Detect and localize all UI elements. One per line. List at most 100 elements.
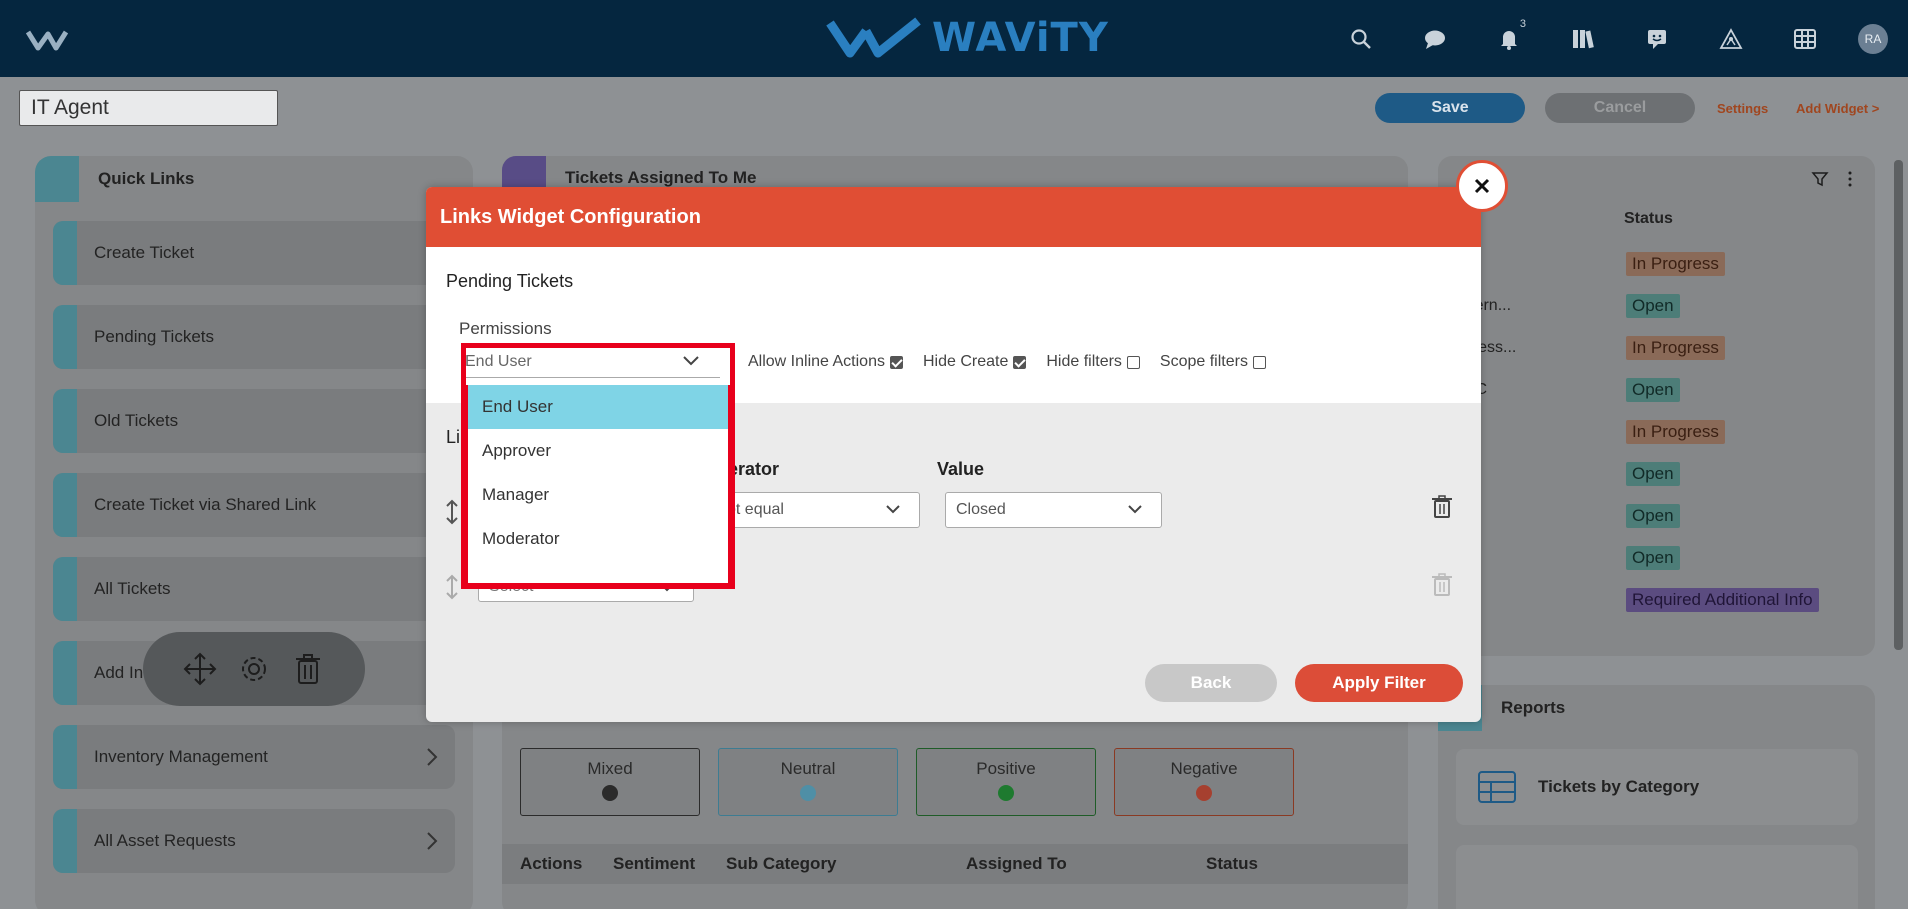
item-accent [53,473,77,537]
dropdown-option[interactable]: Approver [468,429,728,473]
column-header[interactable]: Sub Category [726,854,837,874]
hide-filters-checkbox[interactable] [1126,355,1140,369]
search-icon[interactable] [1342,20,1380,58]
table-row[interactable]: dedOpen [1438,496,1875,538]
save-button[interactable]: Save [1375,93,1525,123]
status-column-header[interactable]: Status [1624,210,1673,228]
report-card[interactable] [1456,845,1858,909]
apps-grid-icon[interactable] [1786,20,1824,58]
quick-link-item[interactable]: Create Ticket [53,221,455,285]
scope-filters-checkbox[interactable] [1252,355,1266,369]
table-row[interactable]: Open [1438,454,1875,496]
network-icon[interactable] [1712,20,1750,58]
status-badge: Open [1626,546,1680,570]
sentiment-label: Neutral [780,759,836,778]
hide-create-checkbox[interactable] [1013,355,1027,369]
sentiment-positive-filter[interactable]: Positive [916,748,1096,816]
quick-link-label: Create Ticket via Shared Link [94,495,317,514]
page-scrollbar[interactable] [1894,160,1903,650]
value-value: Closed [956,501,1006,518]
table-row[interactable]: emIn Progress [1438,244,1875,286]
scope-filters-option[interactable]: Scope filters [1160,353,1266,371]
quick-link-item[interactable]: Inventory Management [53,725,455,789]
chat-icon[interactable] [1416,20,1454,58]
report-card[interactable]: Tickets by Category [1456,749,1858,825]
item-accent [53,725,77,789]
top-navigation-bar: WAViTY 3 RA [0,0,1908,77]
more-vertical-icon[interactable] [1841,170,1859,188]
sentiment-negative-filter[interactable]: Negative [1114,748,1294,816]
value-select[interactable]: Closed [945,492,1162,528]
brand-mark-icon [826,17,921,58]
checkbox-label: Hide filters [1046,353,1122,370]
column-header[interactable]: Assigned To [966,854,1067,874]
back-button[interactable]: Back [1145,664,1277,702]
quick-link-item[interactable]: Create Ticket via Shared Link [53,473,455,537]
modal-link-settings: Pending Tickets Permissions End User All… [426,247,1481,403]
item-accent [53,641,77,705]
table-header: Actions Sentiment Sub Category Assigned … [502,844,1408,884]
dropdown-option[interactable]: Moderator [468,517,728,561]
column-header[interactable]: Status [1206,854,1258,874]
status-badge: In Progress [1626,420,1725,444]
wavity-logo-icon[interactable] [26,26,78,52]
feedback-icon[interactable] [1638,20,1676,58]
dropdown-option[interactable]: Manager [468,473,728,517]
apply-filter-button[interactable]: Apply Filter [1295,664,1463,702]
column-header[interactable]: Actions [520,854,582,874]
filter-icon[interactable] [1811,170,1829,188]
hide-filters-option[interactable]: Hide filters [1046,353,1140,371]
hide-create-option[interactable]: Hide Create [923,353,1027,371]
permissions-dropdown: End User Approver Manager Moderator [463,385,733,588]
column-header[interactable]: Sentiment [613,854,695,874]
trash-icon[interactable] [291,652,325,686]
operator-select[interactable]: ot equal [720,492,920,528]
dropdown-option[interactable]: End User [468,385,728,429]
allow-inline-actions-option[interactable]: Allow Inline Actions [748,353,903,371]
quick-link-item[interactable]: All Asset Requests [53,809,455,873]
bell-icon[interactable]: 3 [1490,18,1528,58]
quick-link-label: Add In [94,663,144,682]
status-badge: Open [1626,462,1680,486]
settings-link[interactable]: Settings [1717,101,1768,116]
sentiment-mixed-filter[interactable]: Mixed [520,748,700,816]
value-column-header: Value [937,459,985,479]
modal-header: Links Widget Configuration [426,187,1481,247]
dashboard-toolbar: Save Cancel Settings Add Widget > [0,77,1908,137]
table-row[interactable]: ew CCOpen [1438,370,1875,412]
quick-link-item[interactable]: Pending Tickets [53,305,455,369]
chevron-down-icon [683,356,699,366]
allow-inline-actions-checkbox[interactable] [889,355,903,369]
widget-header-icons [1811,170,1859,188]
drag-handle-icon[interactable] [444,499,460,525]
gear-icon[interactable] [237,652,271,686]
table-row[interactable]: ting!In Progress [1438,412,1875,454]
quick-link-item[interactable]: Old Tickets [53,389,455,453]
sentiment-filters: Mixed Neutral Positive Negative [520,748,1312,816]
add-widget-link[interactable]: Add Widget > [1796,101,1879,116]
cancel-button[interactable]: Cancel [1545,93,1695,123]
positive-face-icon [998,785,1014,801]
library-icon[interactable] [1564,20,1602,58]
sentiment-neutral-filter[interactable]: Neutral [718,748,898,816]
table-row[interactable]: Required Additional Info [1438,580,1875,622]
drag-handle-icon[interactable] [444,574,460,600]
mixed-face-icon [602,785,618,801]
dashboard-name-input[interactable] [19,90,278,126]
move-icon[interactable] [183,652,217,686]
quick-links-header: Quick Links [35,156,473,202]
quick-link-label: Create Ticket [94,243,195,262]
chevron-down-icon [886,505,900,514]
permissions-select[interactable]: End User [463,346,720,378]
delete-row-icon[interactable] [1431,495,1453,519]
negative-face-icon [1196,785,1212,801]
table-row[interactable]: ut Intern...Open [1438,286,1875,328]
delete-row-icon[interactable] [1431,573,1453,597]
table-row[interactable]: g Access...In Progress [1438,328,1875,370]
header-icons: 3 RA [1306,18,1888,58]
quick-link-item[interactable]: All Tickets [53,557,455,621]
table-row[interactable]: Open [1438,538,1875,580]
close-modal-button[interactable] [1456,160,1508,212]
chevron-right-icon [427,832,438,850]
avatar[interactable]: RA [1858,24,1888,54]
